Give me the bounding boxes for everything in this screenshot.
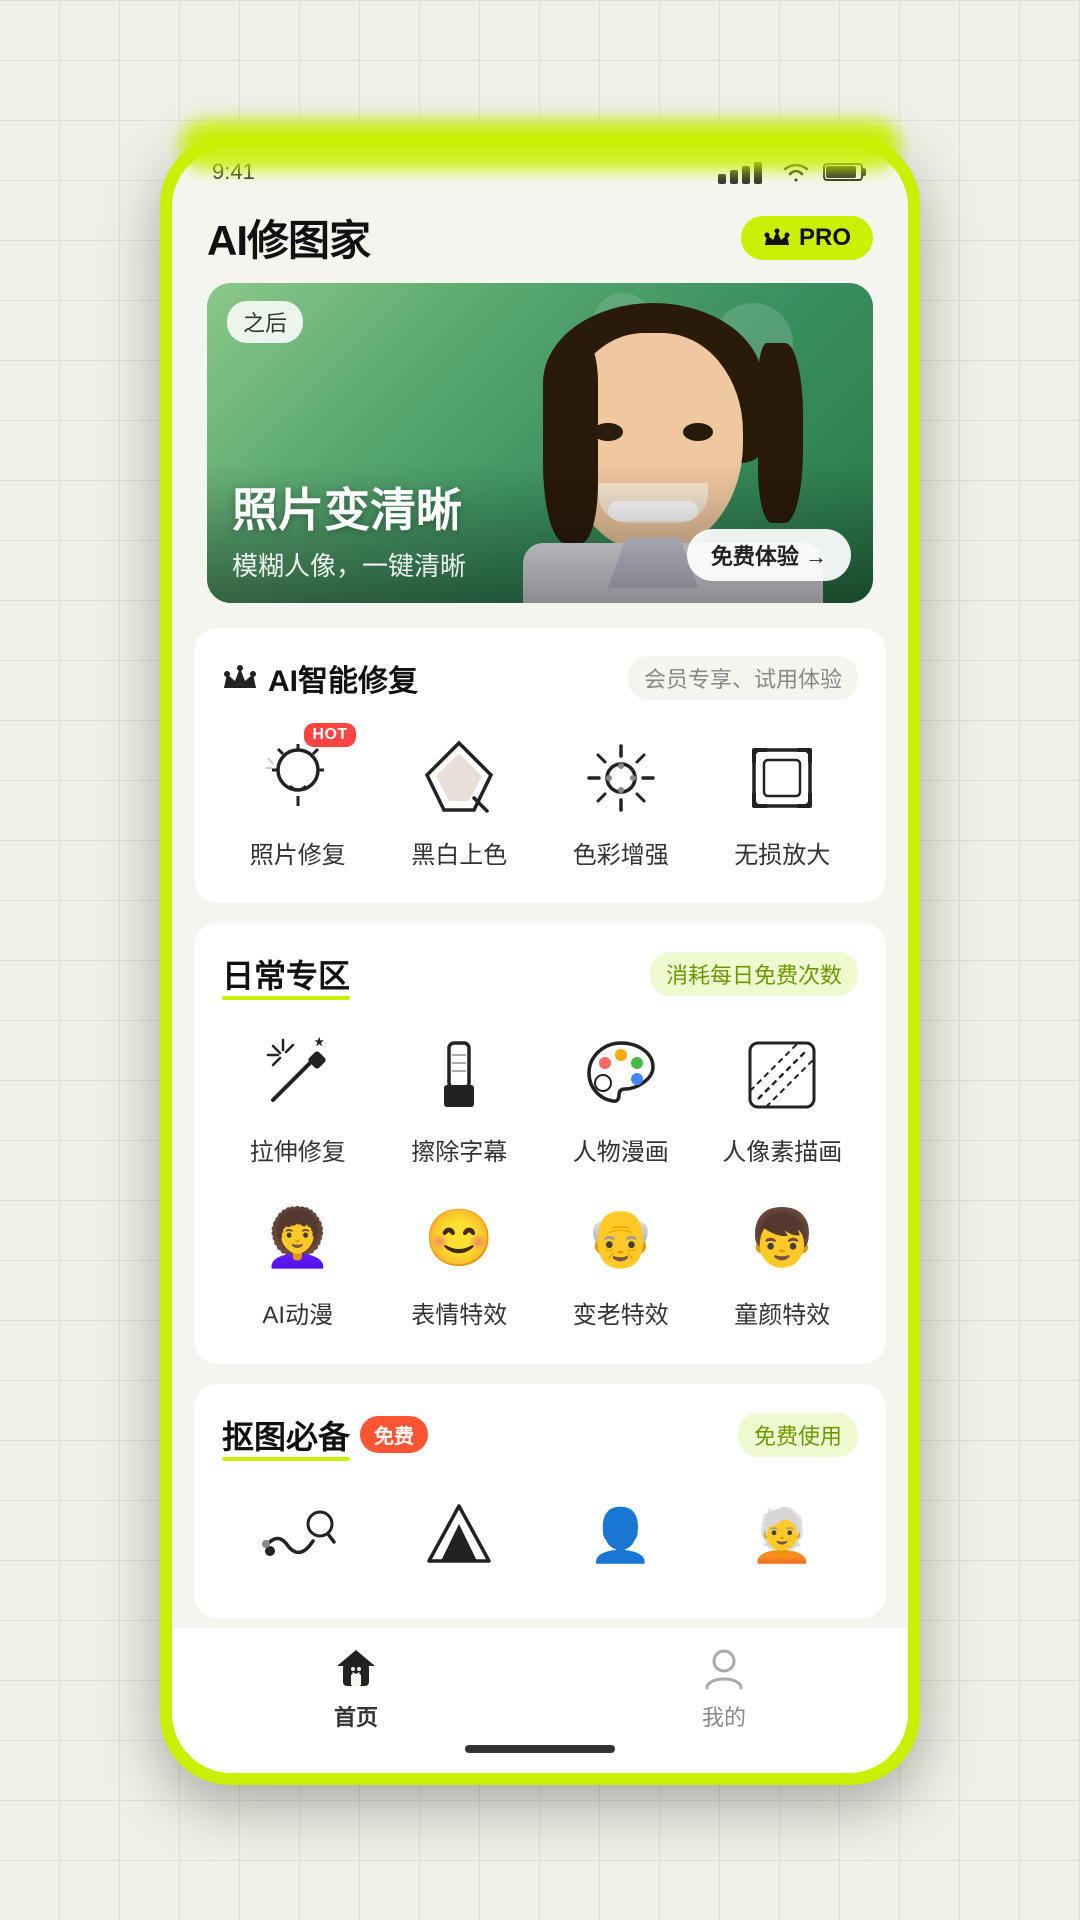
cutout-icon-1 bbox=[248, 1486, 348, 1586]
cutout-section-title: 抠图必备 bbox=[222, 1412, 350, 1458]
ai-icon-grid: HOT 照片修复 bbox=[222, 728, 858, 871]
cutout-item-4[interactable]: 🧑‍🦳 bbox=[707, 1486, 859, 1586]
stretch-label: 拉伸修复 bbox=[250, 1137, 346, 1168]
ai-section-header: AI智能修复 会员专享、试用体验 bbox=[222, 656, 858, 700]
home-indicator bbox=[465, 1745, 615, 1753]
cutout-person-emoji: 👤 bbox=[588, 1510, 653, 1562]
daily-item-anime[interactable]: 👩‍🦱 AI动漫 bbox=[222, 1188, 374, 1331]
mine-nav-icon bbox=[699, 1644, 749, 1694]
cutout-icon-3: 👤 bbox=[571, 1486, 671, 1586]
cutout-item-2[interactable] bbox=[384, 1486, 536, 1586]
ai-item-photo-repair[interactable]: HOT 照片修复 bbox=[222, 728, 374, 871]
ai-section-tag: 会员专享、试用体验 bbox=[628, 656, 858, 700]
daily-item-sketch[interactable]: 人像素描画 bbox=[707, 1025, 859, 1168]
ai-repair-section: AI智能修复 会员专享、试用体验 bbox=[194, 628, 886, 903]
daily-icon-grid: 拉伸修复 bbox=[222, 1025, 858, 1331]
daily-item-age[interactable]: 👴 变老特效 bbox=[545, 1188, 697, 1331]
cutout-item-1[interactable] bbox=[222, 1486, 374, 1586]
cutout-section-tag: 免费使用 bbox=[738, 1413, 858, 1457]
manga-icon bbox=[571, 1025, 671, 1125]
app-header: AI修图家 PRO bbox=[172, 197, 908, 283]
age-icon: 👴 bbox=[571, 1188, 671, 1288]
cutout-item-3[interactable]: 👤 bbox=[545, 1486, 697, 1586]
color-enhance-label: 色彩增强 bbox=[573, 840, 669, 871]
app-title: AI修图家 bbox=[207, 207, 370, 268]
daily-section-tag: 消耗每日免费次数 bbox=[650, 952, 858, 996]
sketch-icon bbox=[732, 1025, 832, 1125]
daily-item-erase[interactable]: 擦除字幕 bbox=[384, 1025, 536, 1168]
ai-item-colorize[interactable]: 黑白上色 bbox=[384, 728, 536, 871]
daily-item-manga[interactable]: 人物漫画 bbox=[545, 1025, 697, 1168]
daily-item-young[interactable]: 👦 童颜特效 bbox=[707, 1188, 859, 1331]
age-label: 变老特效 bbox=[573, 1300, 669, 1331]
expression-emoji: 😊 bbox=[424, 1210, 494, 1266]
nav-item-mine[interactable]: 我的 bbox=[558, 1644, 889, 1732]
erase-label: 擦除字幕 bbox=[411, 1137, 507, 1168]
bottom-nav: 首页 我的 bbox=[172, 1627, 908, 1737]
age-emoji: 👴 bbox=[586, 1210, 656, 1266]
home-nav-icon bbox=[331, 1644, 381, 1694]
cutout-section-header: 抠图必备 免费 免费使用 bbox=[222, 1412, 858, 1458]
phone-outer: 9:41 bbox=[160, 135, 920, 1785]
pro-badge[interactable]: PRO bbox=[741, 216, 873, 260]
manga-label: 人物漫画 bbox=[573, 1137, 669, 1168]
hero-banner[interactable]: 之后 照片变清晰 模糊人像，一键清晰 免费体验 → bbox=[207, 283, 873, 603]
daily-section-header: 日常专区 消耗每日免费次数 bbox=[222, 951, 858, 997]
anime-icon: 👩‍🦱 bbox=[248, 1188, 348, 1288]
cutout-icon-2 bbox=[409, 1486, 509, 1586]
daily-item-stretch[interactable]: 拉伸修复 bbox=[222, 1025, 374, 1168]
phone-wrapper: 9:41 bbox=[150, 110, 930, 1810]
hero-after-label: 之后 bbox=[227, 301, 303, 343]
young-label: 童颜特效 bbox=[734, 1300, 830, 1331]
home-nav-label: 首页 bbox=[334, 1700, 378, 1732]
young-emoji: 👦 bbox=[747, 1210, 817, 1266]
pro-label: PRO bbox=[799, 224, 851, 252]
crown-icon-section bbox=[222, 664, 258, 692]
cutout-icon-grid: 👤 🧑‍🦳 bbox=[222, 1486, 858, 1586]
mine-nav-label: 我的 bbox=[702, 1700, 746, 1732]
ai-item-enlarge[interactable]: 无损放大 bbox=[707, 728, 859, 871]
ai-section-label: AI智能修复 bbox=[268, 656, 418, 700]
daily-item-expression[interactable]: 😊 表情特效 bbox=[384, 1188, 536, 1331]
stretch-icon bbox=[248, 1025, 348, 1125]
color-enhance-icon bbox=[571, 728, 671, 828]
cutout-hair-emoji: 🧑‍🦳 bbox=[750, 1510, 815, 1562]
daily-section: 日常专区 消耗每日免费次数 bbox=[194, 923, 886, 1363]
enlarge-label: 无损放大 bbox=[734, 840, 830, 871]
photo-repair-label: 照片修复 bbox=[250, 840, 346, 871]
crown-icon bbox=[763, 227, 791, 249]
sketch-label: 人像素描画 bbox=[722, 1137, 842, 1168]
cutout-section: 抠图必备 免费 免费使用 bbox=[194, 1384, 886, 1618]
phone-screen: 9:41 bbox=[172, 147, 908, 1773]
daily-section-title: 日常专区 bbox=[222, 951, 350, 997]
expression-label: 表情特效 bbox=[411, 1300, 507, 1331]
expression-icon: 😊 bbox=[409, 1188, 509, 1288]
main-scroll[interactable]: 之后 照片变清晰 模糊人像，一键清晰 免费体验 → bbox=[172, 283, 908, 1627]
erase-icon bbox=[409, 1025, 509, 1125]
cutout-icon-4: 🧑‍🦳 bbox=[732, 1486, 832, 1586]
young-icon: 👦 bbox=[732, 1188, 832, 1288]
hero-cta-button[interactable]: 免费体验 → bbox=[687, 529, 851, 581]
enlarge-icon bbox=[732, 728, 832, 828]
hot-badge: HOT bbox=[304, 723, 355, 747]
cutout-free-tag: 免费 bbox=[360, 1416, 428, 1453]
ai-section-title: AI智能修复 bbox=[222, 656, 418, 700]
nav-item-home[interactable]: 首页 bbox=[190, 1644, 521, 1732]
colorize-label: 黑白上色 bbox=[411, 840, 507, 871]
ai-item-color-enhance[interactable]: 色彩增强 bbox=[545, 728, 697, 871]
colorize-icon bbox=[409, 728, 509, 828]
anime-emoji: 👩‍🦱 bbox=[263, 1210, 333, 1266]
anime-label: AI动漫 bbox=[262, 1300, 333, 1331]
photo-repair-icon: HOT bbox=[248, 728, 348, 828]
